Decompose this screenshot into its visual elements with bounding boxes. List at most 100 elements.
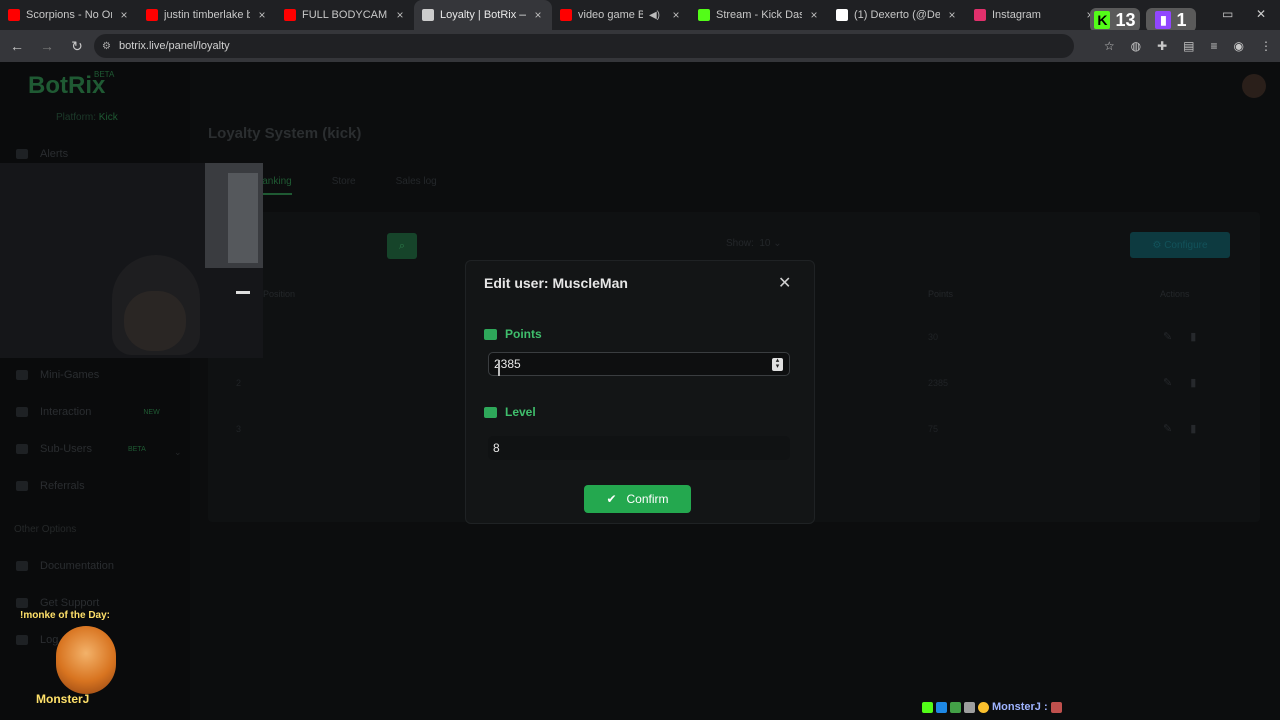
reload-button[interactable]: ↻ (64, 38, 90, 55)
tab-close-icon[interactable]: × (946, 8, 958, 22)
puzzle-icon[interactable]: ✚ (1157, 39, 1167, 53)
badge-icon (964, 701, 975, 713)
column-header-points[interactable]: Points (928, 289, 953, 299)
monkey-image (56, 626, 116, 694)
browser-tab[interactable]: Loyalty | BotRix — Cl × (414, 0, 552, 30)
level-label: Level (484, 405, 794, 419)
avatar[interactable] (1242, 74, 1266, 98)
tab-title: Scorpions - No One W (26, 9, 112, 21)
edit-icon[interactable]: ✎ (1163, 330, 1172, 343)
edit-icon[interactable]: ✎ (1163, 422, 1172, 435)
badge-icon (936, 701, 947, 713)
points-input[interactable]: 2385 ▴ ▾ (488, 352, 790, 376)
speaker-icon[interactable]: ◀) (649, 10, 660, 21)
text-cursor (498, 360, 500, 376)
number-stepper[interactable]: ▴ ▾ (772, 357, 783, 371)
level-field: Level 8 (484, 405, 794, 460)
coins-icon (484, 328, 497, 340)
tab-list: Scorpions - No One W×justin timberlake b… (0, 0, 1104, 30)
youtube-icon (284, 9, 296, 21)
page-size-select[interactable]: Show: 10 ⌄ (726, 238, 782, 249)
browser-tab[interactable]: Instagram× (966, 0, 1104, 30)
kick-viewer-count: 13 (1115, 9, 1136, 30)
sidebar-item-label: Mini-Games (40, 369, 100, 381)
chevron-down-icon[interactable]: ⌄ (174, 447, 182, 458)
window-close-icon[interactable]: ✕ (1256, 7, 1266, 21)
badge-icon (950, 701, 961, 713)
browser-tab[interactable]: (1) Dexerto (@Dexe × (828, 0, 966, 30)
sidebar-item-label: Sub-Users (40, 443, 92, 455)
emote-icon (1050, 701, 1062, 713)
browser-tab[interactable]: Stream - Kick Dashb × (690, 0, 828, 30)
sidebar-item-alerts[interactable]: Alerts (16, 148, 68, 160)
confirm-button[interactable]: ✔ Confirm (584, 485, 691, 513)
bookmark-star-icon[interactable]: ☆ (1104, 39, 1115, 53)
loyalty-tabs: Ranking Store Sales log (255, 176, 437, 195)
instagram-icon (974, 9, 986, 21)
tab-title: Instagram (992, 9, 1041, 21)
toolbar-icons: ☆ ◍ ✚ ▤ ≡ ◉ ⋮ (1104, 39, 1272, 53)
row-actions: ✎ ▮ (1163, 330, 1196, 343)
badge-icon (978, 701, 989, 713)
layers-icon (484, 406, 497, 418)
close-icon[interactable]: ✕ (778, 273, 791, 293)
site-info-icon[interactable]: ⚙ (102, 41, 111, 52)
users-icon (16, 444, 28, 454)
configure-button[interactable]: ⚙ Configure (1130, 232, 1230, 258)
configure-label: Configure (1164, 239, 1208, 251)
media-icon[interactable]: ≡ (1211, 39, 1218, 53)
twitch-viewer-count: 1 (1176, 9, 1187, 30)
profile-icon[interactable]: ◉ (1234, 39, 1244, 53)
sidebar-item-sub-users[interactable]: Sub-Users BETA (16, 443, 146, 455)
chat-username: MonsterJ : (992, 701, 1048, 713)
url-field[interactable]: ⚙ botrix.live/panel/loyalty (94, 34, 1074, 58)
platform-value: Kick (98, 112, 118, 123)
tab-close-icon[interactable]: × (808, 8, 820, 22)
tab-close-icon[interactable]: × (670, 8, 682, 22)
browser-tab[interactable]: video game BAN ◀) × (552, 0, 690, 30)
tab-close-icon[interactable]: × (256, 8, 268, 22)
tab-title: Loyalty | BotRix — Cl (440, 9, 526, 21)
sidebar-icon[interactable]: ▤ (1183, 39, 1194, 53)
platform-label: Platform: (56, 112, 97, 123)
browser-tab[interactable]: justin timberlake bo × (138, 0, 276, 30)
sidebar-item-label: Get Support (40, 597, 100, 609)
minimize-icon[interactable]: ▭ (1222, 7, 1233, 21)
youtube-icon (560, 9, 572, 21)
tab-store[interactable]: Store (332, 176, 356, 195)
gamepad-icon (16, 370, 28, 380)
webcam-door (228, 173, 258, 263)
tab-title: (1) Dexerto (@Dexe (854, 9, 940, 21)
monke-title: !monke of the Day: (20, 610, 111, 621)
search-button[interactable]: ⌕ (387, 233, 417, 259)
sidebar-item-label: Alerts (40, 148, 69, 160)
tab-close-icon[interactable]: × (394, 8, 406, 22)
sidebar-item-mini-games[interactable]: Mini-Games (16, 369, 99, 381)
menu-icon[interactable]: ⋮ (1260, 39, 1272, 53)
webcam-light (236, 291, 250, 294)
forward-button[interactable]: → (34, 38, 60, 54)
browser-tab[interactable]: FULL BODYCAM: Jus × (276, 0, 414, 30)
tab-sales-log[interactable]: Sales log (396, 176, 437, 195)
tab-close-icon[interactable]: × (532, 8, 544, 22)
column-header-position[interactable]: Position (263, 289, 295, 299)
trash-icon[interactable]: ▮ (1190, 422, 1196, 435)
sidebar-item-referrals[interactable]: Referrals (16, 480, 85, 492)
sidebar-item-interaction[interactable]: Interaction NEW (16, 406, 160, 418)
tab-title: video game BAN (578, 9, 643, 21)
level-input[interactable]: 8 (488, 436, 790, 460)
extension-icon[interactable]: ◍ (1131, 39, 1141, 53)
tab-close-icon[interactable]: × (118, 8, 130, 22)
level-label-text: Level (505, 405, 536, 419)
back-button[interactable]: ← (4, 38, 30, 54)
streamer-face (124, 291, 186, 351)
row-actions: ✎ ▮ (1163, 422, 1196, 435)
trash-icon[interactable]: ▮ (1190, 330, 1196, 343)
webcam-overlay (0, 163, 263, 358)
sidebar-item-documentation[interactable]: Documentation (16, 560, 114, 572)
sidebar-item-label: Referrals (40, 480, 85, 492)
trash-icon[interactable]: ▮ (1190, 376, 1196, 389)
sidebar-item-support[interactable]: Get Support (16, 597, 99, 609)
edit-icon[interactable]: ✎ (1163, 376, 1172, 389)
browser-tab[interactable]: Scorpions - No One W × (0, 0, 138, 30)
